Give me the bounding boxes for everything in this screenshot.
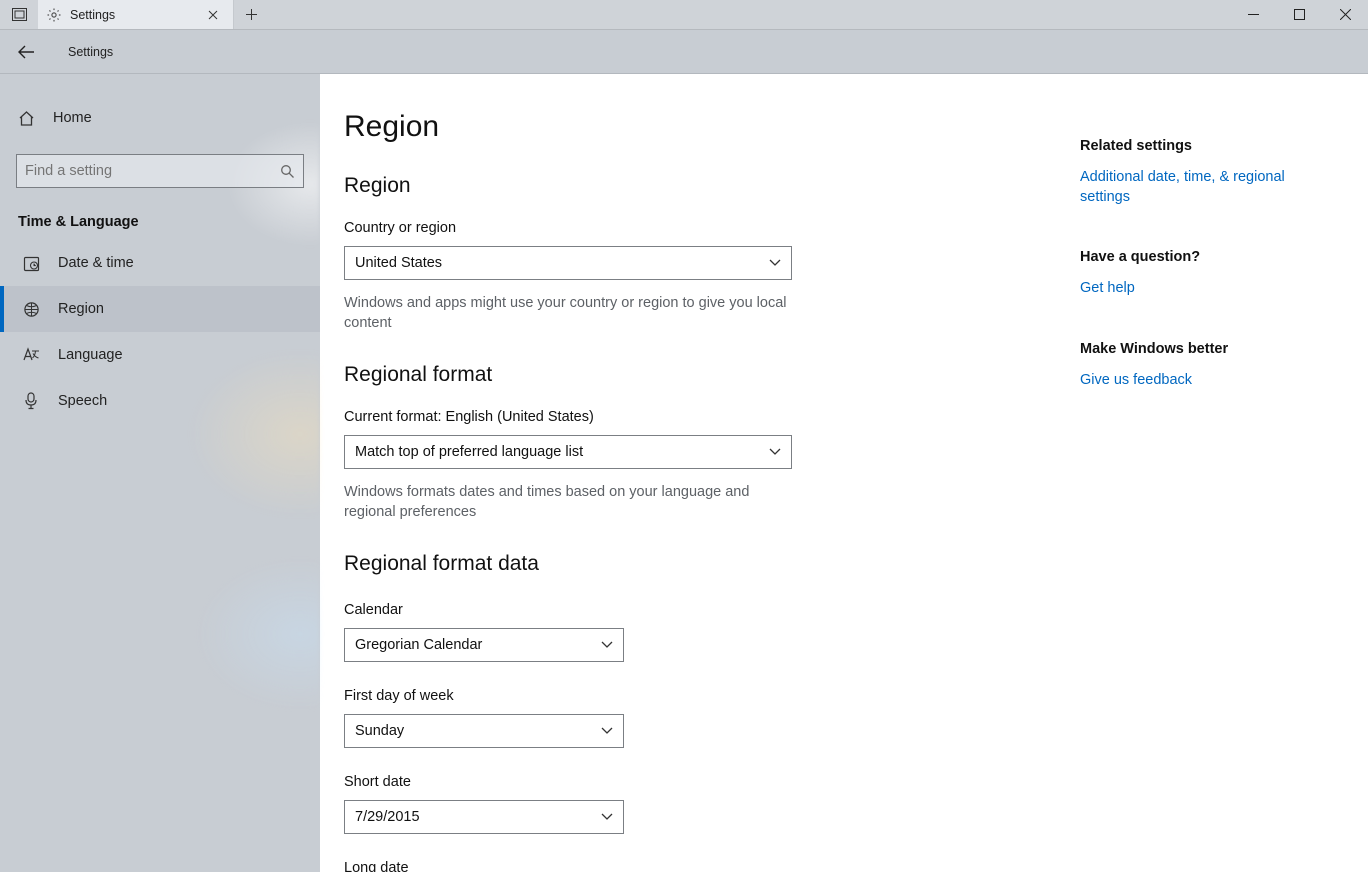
- sidebar-item-label: Date & time: [58, 255, 134, 271]
- close-icon: [1340, 9, 1351, 20]
- firstday-label: First day of week: [344, 688, 1080, 704]
- related-settings-heading: Related settings: [1080, 138, 1328, 154]
- sidebar-home[interactable]: Home: [0, 96, 320, 140]
- question-heading: Have a question?: [1080, 249, 1328, 265]
- clock-icon: [22, 254, 40, 272]
- regional-format-helper: Windows formats dates and times based on…: [344, 483, 794, 522]
- tab-close-button[interactable]: [201, 3, 225, 27]
- app-header: Settings: [0, 30, 1368, 74]
- plus-icon: [246, 9, 257, 20]
- feedback-link[interactable]: Give us feedback: [1080, 371, 1328, 391]
- page-title: Region: [344, 110, 1080, 144]
- country-select-value: United States: [355, 255, 442, 271]
- firstday-select[interactable]: Sunday: [344, 714, 624, 748]
- shortdate-label: Short date: [344, 774, 1080, 790]
- get-help-link[interactable]: Get help: [1080, 279, 1328, 299]
- sidebar-item-label: Language: [58, 347, 123, 363]
- chevron-down-icon: [769, 448, 781, 456]
- sidebar-item-label: Region: [58, 301, 104, 317]
- minimize-button[interactable]: [1230, 0, 1276, 29]
- improve-heading: Make Windows better: [1080, 341, 1328, 357]
- home-icon: [18, 110, 35, 127]
- titlebar-drag-area[interactable]: [268, 0, 1230, 29]
- chevron-down-icon: [601, 813, 613, 821]
- chevron-down-icon: [601, 641, 613, 649]
- arrow-left-icon: [18, 45, 34, 59]
- gear-icon: [46, 7, 62, 23]
- window-controls: [1230, 0, 1368, 29]
- search-icon: [280, 164, 295, 179]
- new-tab-button[interactable]: [234, 0, 268, 29]
- firstday-select-value: Sunday: [355, 723, 404, 739]
- sidebar: Home Time & Language Date & time Region: [0, 74, 320, 872]
- sidebar-item-label: Speech: [58, 393, 107, 409]
- close-icon: [208, 10, 218, 20]
- aside: Related settings Additional date, time, …: [1080, 74, 1348, 872]
- section-regionalformat-heading: Regional format: [344, 363, 1080, 387]
- regional-format-select-value: Match top of preferred language list: [355, 444, 583, 460]
- search-box[interactable]: [16, 154, 304, 188]
- section-region-heading: Region: [344, 174, 1080, 198]
- language-icon: [22, 346, 40, 364]
- maximize-icon: [1294, 9, 1305, 20]
- country-select[interactable]: United States: [344, 246, 792, 280]
- tab-settings[interactable]: Settings: [38, 0, 234, 29]
- search-input[interactable]: [25, 163, 280, 179]
- calendar-select-value: Gregorian Calendar: [355, 637, 482, 653]
- maximize-button[interactable]: [1276, 0, 1322, 29]
- main-content: Region Region Country or region United S…: [320, 74, 1368, 872]
- regional-format-select[interactable]: Match top of preferred language list: [344, 435, 792, 469]
- title-bar: Settings: [0, 0, 1368, 30]
- globe-icon: [22, 300, 40, 318]
- related-settings-link[interactable]: Additional date, time, & regional settin…: [1080, 168, 1328, 207]
- sidebar-item-date-time[interactable]: Date & time: [0, 240, 320, 286]
- task-view-button[interactable]: [0, 0, 38, 29]
- minimize-icon: [1248, 9, 1259, 20]
- close-window-button[interactable]: [1322, 0, 1368, 29]
- shortdate-select[interactable]: 7/29/2015: [344, 800, 624, 834]
- section-formatdata-heading: Regional format data: [344, 552, 1080, 576]
- calendar-select[interactable]: Gregorian Calendar: [344, 628, 624, 662]
- sidebar-item-region[interactable]: Region: [0, 286, 320, 332]
- longdate-label: Long date: [344, 860, 1080, 872]
- microphone-icon: [22, 392, 40, 410]
- sidebar-home-label: Home: [53, 110, 92, 126]
- shortdate-select-value: 7/29/2015: [355, 809, 420, 825]
- currentformat-label: Current format: English (United States): [344, 409, 1080, 425]
- chevron-down-icon: [601, 727, 613, 735]
- sidebar-item-speech[interactable]: Speech: [0, 378, 320, 424]
- calendar-label: Calendar: [344, 602, 1080, 618]
- app-title: Settings: [68, 45, 113, 59]
- country-label: Country or region: [344, 220, 1080, 236]
- country-helper: Windows and apps might use your country …: [344, 294, 794, 333]
- sidebar-category: Time & Language: [0, 188, 320, 240]
- chevron-down-icon: [769, 259, 781, 267]
- sidebar-item-language[interactable]: Language: [0, 332, 320, 378]
- tab-title: Settings: [70, 8, 193, 22]
- task-view-icon: [12, 8, 27, 21]
- back-button[interactable]: [4, 30, 48, 74]
